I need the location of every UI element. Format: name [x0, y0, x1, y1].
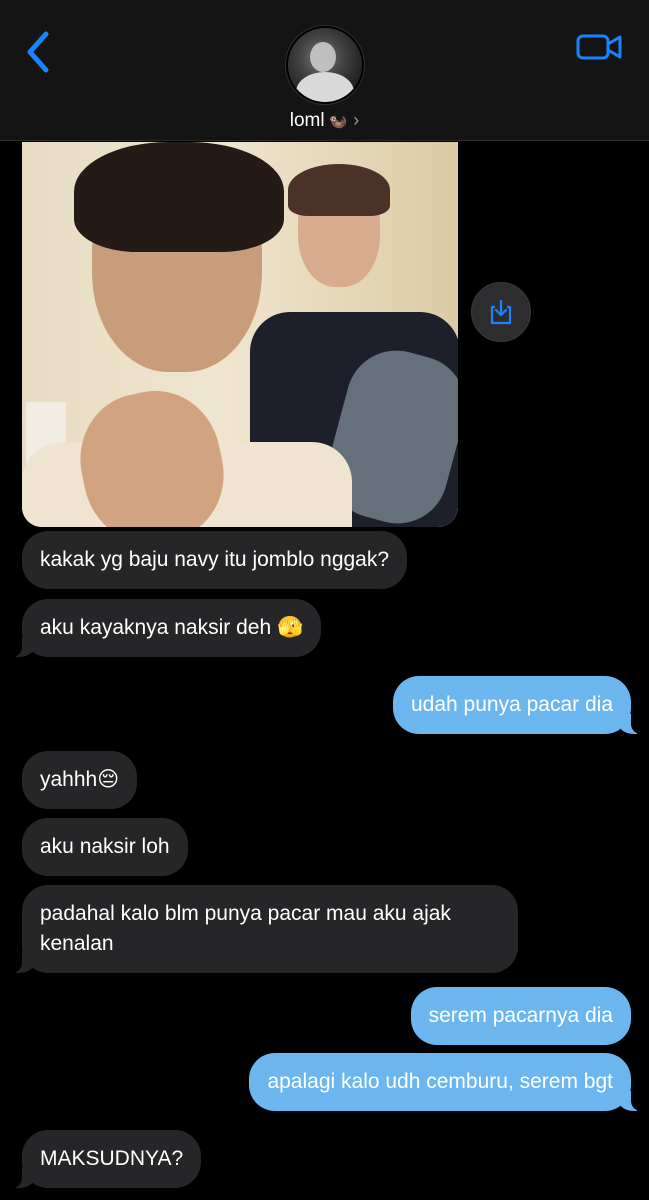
- photo-person-2-hair: [288, 164, 390, 216]
- message-text: kakak yg baju navy itu jomblo nggak?: [40, 548, 390, 571]
- contact-name-row[interactable]: loml 🦦 ›: [0, 110, 649, 132]
- message-incoming[interactable]: aku kayaknya naksir deh 🫣: [11, 599, 322, 657]
- message-incoming[interactable]: aku naksir loh: [22, 818, 188, 876]
- contact-avatar[interactable]: [286, 26, 364, 104]
- message-text: padahal kalo blm punya pacar mau aku aja…: [40, 902, 451, 955]
- contact-emoji: 🦦: [328, 113, 348, 130]
- save-download-icon: [490, 299, 512, 325]
- message-outgoing[interactable]: serem pacarnya dia: [410, 987, 631, 1045]
- avatar-face: [310, 42, 336, 72]
- message-incoming[interactable]: MAKSUDNYA?: [11, 1130, 202, 1188]
- message-incoming[interactable]: padahal kalo blm punya pacar mau aku aja…: [12, 885, 518, 973]
- message-text: aku naksir loh: [40, 835, 170, 858]
- photo-person-1-hair: [74, 142, 284, 252]
- photo-attachment[interactable]: [22, 142, 458, 527]
- message-outgoing[interactable]: udah punya pacar dia: [393, 676, 641, 734]
- video-camera-icon: [576, 34, 622, 60]
- save-image-button[interactable]: [471, 282, 531, 342]
- chevron-right-icon: ›: [353, 110, 360, 130]
- contact-name: loml: [289, 110, 325, 131]
- back-button[interactable]: [22, 30, 54, 74]
- conversation-header: loml 🦦 ›: [0, 0, 649, 141]
- chevron-left-icon: [27, 31, 49, 73]
- video-call-button[interactable]: [576, 32, 624, 62]
- message-text: apalagi kalo udh cemburu, serem bgt: [267, 1070, 613, 1093]
- message-incoming[interactable]: kakak yg baju navy itu jomblo nggak?: [22, 531, 408, 589]
- message-text: serem pacarnya dia: [428, 1004, 613, 1027]
- message-text: aku kayaknya naksir deh 🫣: [40, 616, 304, 639]
- message-incoming[interactable]: yahhh😔: [22, 751, 138, 809]
- message-outgoing[interactable]: apalagi kalo udh cemburu, serem bgt: [249, 1053, 641, 1111]
- message-text: MAKSUDNYA?: [40, 1147, 184, 1170]
- message-text: yahhh😔: [40, 768, 120, 791]
- message-text: udah punya pacar dia: [411, 693, 613, 716]
- avatar-shoulders: [296, 72, 354, 102]
